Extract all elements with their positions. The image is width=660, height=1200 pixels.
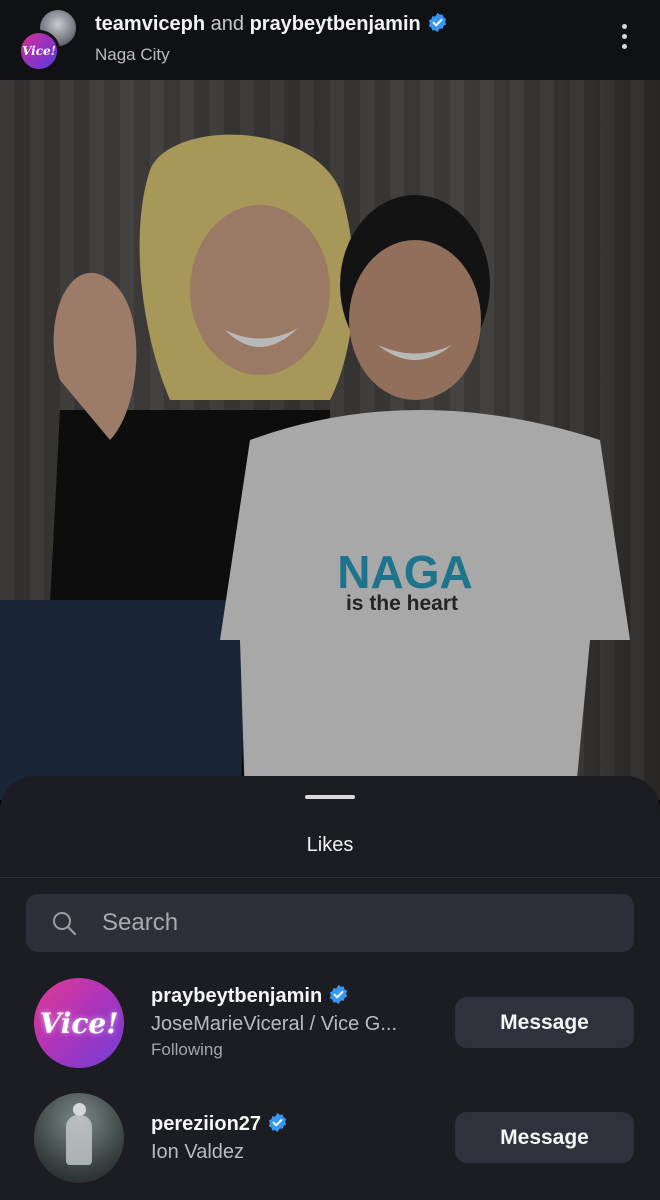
avatar[interactable]: Vice! [18,30,60,72]
avatar-logo-text: Vice! [22,44,56,58]
follow-status: Following [151,1040,223,1059]
sheet-drag-handle[interactable] [305,795,355,799]
message-button[interactable]: Message [455,1112,634,1163]
divider [0,877,660,878]
author-username[interactable]: teamviceph [95,13,205,35]
post-header: Vice! teamviceph and praybeytbenjamin Na… [0,0,660,80]
sheet-title: Likes [306,834,354,856]
verified-badge-icon [330,984,348,1005]
message-button[interactable]: Message [455,997,634,1048]
avatar[interactable]: Vice! [34,978,124,1068]
list-item[interactable]: Vice! praybeytbenjamin JoseMarieViceral … [0,974,660,1074]
search-bar[interactable] [26,894,634,952]
author-username[interactable]: praybeytbenjamin [250,13,421,35]
username[interactable]: praybeytbenjamin [151,984,349,1008]
photo-dim-overlay [0,80,660,800]
verified-badge-icon [428,12,446,33]
verified-badge-icon [268,1112,287,1133]
author-joiner: and [210,13,244,35]
post-authors: teamviceph and praybeytbenjamin [95,12,448,36]
list-item[interactable]: pereziion27 Ion Valdez Message [0,1089,660,1189]
full-name: JoseMarieViceral / Vice G... [151,1013,398,1035]
avatar[interactable] [34,1093,124,1183]
collab-avatars[interactable]: Vice! [18,8,80,72]
search-input[interactable] [102,894,602,952]
post-location[interactable]: Naga City [95,45,170,65]
likes-sheet: Likes Vice! praybeytbenjamin JoseMarieVi… [0,776,660,1200]
more-options-icon[interactable] [612,24,636,54]
username[interactable]: pereziion27 [151,1112,288,1136]
search-icon [53,912,77,936]
full-name: Ion Valdez [151,1141,245,1163]
avatar-logo-text: Vice! [39,1006,119,1040]
post-photo[interactable]: NAGA is the heart [0,80,660,800]
